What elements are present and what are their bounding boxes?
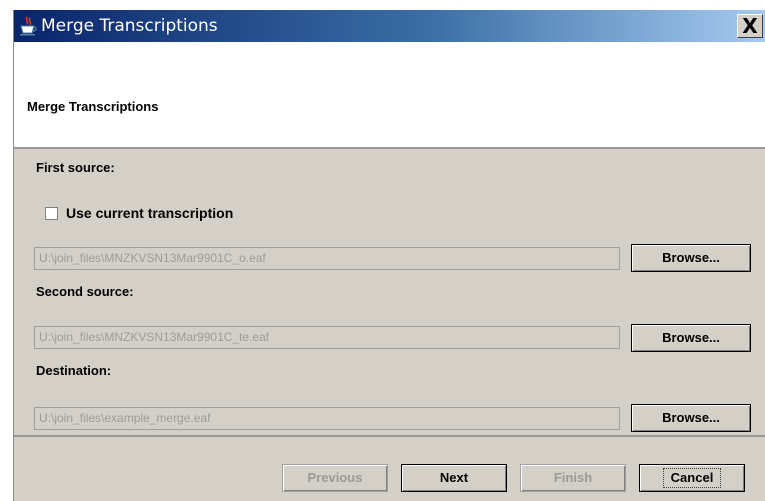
cancel-button[interactable]: Cancel <box>639 464 745 492</box>
window-title: Merge Transcriptions <box>41 16 218 36</box>
step-title: Merge Transcriptions <box>27 99 159 114</box>
merge-transcriptions-dialog: Merge Transcriptions X Merge Transcripti… <box>13 10 765 501</box>
java-cup-icon <box>18 16 38 36</box>
footer-divider <box>14 435 765 437</box>
header-divider <box>14 147 765 149</box>
first-source-field[interactable]: U:\join_files\MNZKVSN13Mar9901C_o.eaf <box>34 247 620 270</box>
previous-button[interactable]: Previous <box>282 464 388 492</box>
second-source-label: Second source: <box>36 284 134 299</box>
close-button[interactable]: X <box>737 14 763 38</box>
destination-browse-button[interactable]: Browse... <box>631 404 751 432</box>
destination-label: Destination: <box>36 363 112 378</box>
use-current-transcription-checkbox[interactable] <box>45 207 58 220</box>
destination-field[interactable]: U:\join_files\example_merge.eaf <box>34 407 620 430</box>
second-source-browse-button[interactable]: Browse... <box>631 324 751 352</box>
next-button[interactable]: Next <box>401 464 507 492</box>
close-icon: X <box>742 14 758 38</box>
second-source-field[interactable]: U:\join_files\MNZKVSN13Mar9901C_te.eaf <box>34 326 620 349</box>
finish-button[interactable]: Finish <box>520 464 626 492</box>
use-current-transcription-label[interactable]: Use current transcription <box>66 205 233 221</box>
first-source-label: First source: <box>36 160 115 175</box>
wizard-header: Merge Transcriptions <box>14 42 765 147</box>
first-source-browse-button[interactable]: Browse... <box>631 244 751 272</box>
title-bar[interactable]: Merge Transcriptions X <box>14 10 765 42</box>
cancel-button-label: Cancel <box>662 468 722 488</box>
